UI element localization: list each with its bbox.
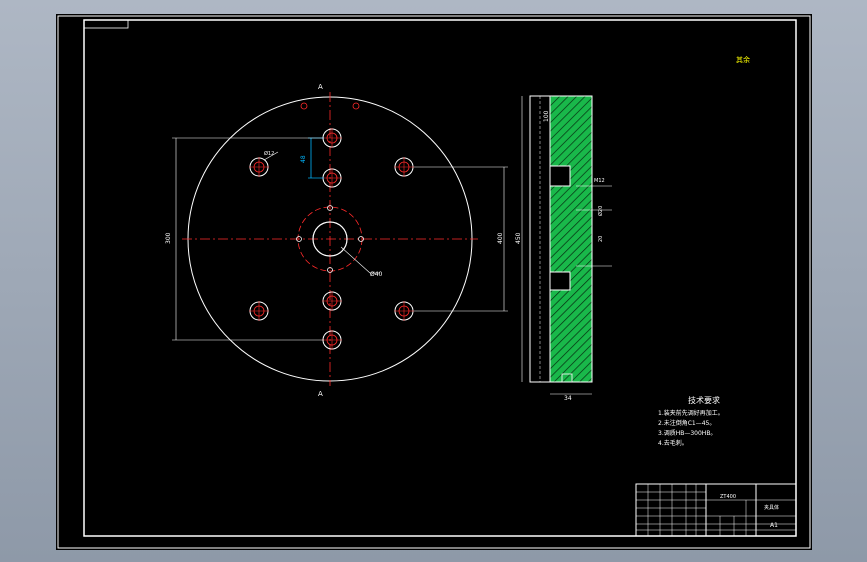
tech-requirement-item: 3.调质HB—300HB。 bbox=[658, 429, 716, 437]
section-mark-bottom: A bbox=[318, 390, 323, 398]
dim-small-hole: Ø12 bbox=[264, 150, 274, 157]
dim-side-offset: 100 bbox=[543, 110, 550, 122]
dim-hole-spacing: 48 bbox=[300, 155, 307, 163]
edge-notch bbox=[352, 102, 360, 110]
drawing-sheet: A A 48 300 400 Ø40 Ø12 450 100 34 M12 Ø2… bbox=[56, 14, 812, 550]
edge-notch bbox=[300, 102, 308, 110]
inner-border bbox=[83, 19, 797, 537]
dim-side-thickness: 34 bbox=[564, 395, 572, 402]
dim-left-vertical: 300 bbox=[165, 232, 172, 244]
tech-requirement-item: 2.未注倒角C1—45。 bbox=[658, 419, 715, 427]
tech-requirements-title: 技术要求 bbox=[688, 395, 720, 405]
cad-drawing: A A 48 300 400 Ø40 Ø12 450 100 34 M12 Ø2… bbox=[57, 15, 811, 549]
section-mark-top: A bbox=[318, 83, 323, 91]
dim-side-total: 450 bbox=[515, 232, 522, 244]
dim-right-vertical: 400 bbox=[497, 232, 504, 244]
drawing-number: A1 bbox=[770, 522, 778, 529]
corner-note: 其余 bbox=[736, 55, 750, 64]
part-code: ZT400 bbox=[720, 494, 736, 500]
hatched-section bbox=[549, 95, 593, 383]
dim-center-bore: Ø40 bbox=[370, 271, 383, 278]
tech-requirements: 技术要求 1.装夹前先调好再加工。 2.未注倒角C1—45。 3.调质HB—30… bbox=[658, 395, 724, 447]
front-view: A A 48 300 400 Ø40 Ø12 bbox=[165, 83, 508, 398]
drawing-name: 夹具体 bbox=[764, 504, 779, 511]
dim-groove-c: 20 bbox=[598, 236, 604, 242]
tech-requirement-item: 4.去毛刺。 bbox=[658, 439, 688, 447]
dim-groove-b: Ø20 bbox=[597, 206, 604, 216]
leader-line bbox=[340, 246, 371, 274]
dim-groove-a: M12 bbox=[594, 178, 605, 184]
side-section-view: 450 100 34 M12 Ø20 20 bbox=[515, 95, 612, 402]
outer-border bbox=[57, 15, 811, 549]
title-block: ZT400 夹具体 A1 bbox=[635, 483, 797, 537]
corner-code-box bbox=[83, 19, 129, 29]
tech-requirement-item: 1.装夹前先调好再加工。 bbox=[658, 409, 724, 417]
